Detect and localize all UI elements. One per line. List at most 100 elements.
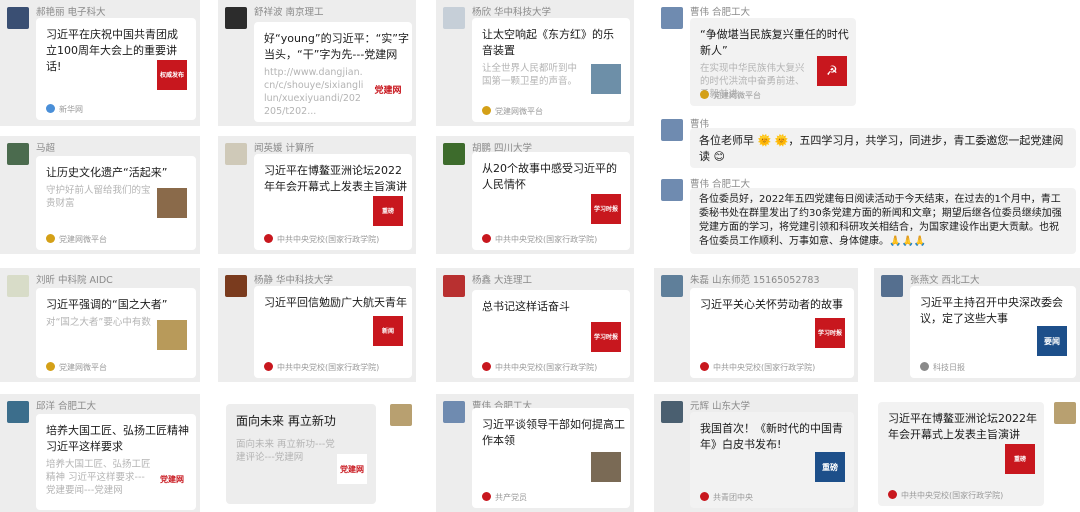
sender-name: 朱磊 山东师范 15165052783: [690, 275, 820, 286]
message-tile: 邱洋 合肥工大 培养大国工匠、弘扬工匠精神 习近平这样要求 培养大国工匠、弘扬工…: [0, 394, 200, 512]
avatar[interactable]: [661, 119, 683, 141]
card-thumbnail: 学习时报: [591, 322, 621, 352]
card-thumbnail: 重磅: [373, 196, 403, 226]
card-thumbnail: 要闻: [1037, 326, 1067, 356]
share-card[interactable]: 习近平谈领导干部如何提高工作本领 共产党员: [472, 408, 630, 508]
avatar[interactable]: [1054, 402, 1076, 424]
card-title: 从20个故事中感受习近平的人民情怀: [482, 162, 617, 191]
sender-name: 曹伟 合肥工大: [690, 7, 751, 18]
share-card[interactable]: 从20个故事中感受习近平的人民情怀 学习时报 中共中央党校(国家行政学院): [472, 152, 630, 250]
sender-name: 杨静 华中科技大学: [254, 275, 334, 286]
share-card[interactable]: 习近平在庆祝中国共青团成立100周年大会上的重要讲话! 权威发布 新华网: [36, 18, 196, 120]
avatar[interactable]: [225, 7, 247, 29]
card-summary: 面向未来 再立新功---党建评论---党建网: [236, 439, 335, 463]
card-source: 共产党员: [482, 492, 527, 503]
message-tile: 马超 让历史文化遗产“活起来” 守护好前人留给我们的宝贵财富 党建网微平台: [0, 136, 200, 254]
avatar[interactable]: [225, 275, 247, 297]
sender-name: 杨欣 华中科技大学: [472, 7, 552, 18]
card-link: http://www.dangjian.cn/c/shouye/sixiangl…: [264, 67, 364, 117]
sender-name: 郝艳丽 电子科大: [36, 7, 106, 18]
avatar[interactable]: [661, 275, 683, 297]
message-tile: 闻英媛 计算所 习近平在博鳌亚洲论坛2022年年会开幕式上发表主旨演讲 重磅 中…: [218, 136, 416, 254]
card-source: 党建网微平台: [700, 90, 761, 101]
card-source: 中共中央党校(国家行政学院): [264, 234, 379, 245]
card-title: 习近平回信勉励广大航天青年: [264, 296, 407, 309]
message-tile: 刘昕 中科院 AIDC 习近平强调的“国之大者” 对“国之大者”要心中有数 党建…: [0, 268, 200, 382]
card-title: 习近平主持召开中央深改委会议，定了这些大事: [920, 296, 1063, 325]
card-title: 习近平谈领导干部如何提高工作本领: [482, 418, 625, 447]
card-source: 中共中央党校(国家行政学院): [700, 362, 815, 373]
avatar[interactable]: [661, 401, 683, 423]
card-summary: 培养大国工匠、弘扬工匠精神 习近平这样要求---党建要闻---党建网: [46, 459, 151, 496]
share-card[interactable]: 好“young”的习近平：“实”字当头，“干”字为先---党建网 http://…: [254, 22, 412, 122]
card-title: 习近平在博鳌亚洲论坛2022年年会开幕式上发表主旨演讲: [888, 412, 1037, 441]
sender-name: 元辉 山东大学: [690, 401, 751, 412]
card-source: 新华网: [46, 104, 83, 115]
message-tile: 面向未来 再立新功 面向未来 再立新功---党建评论---党建网 党建网: [218, 394, 416, 512]
avatar[interactable]: [443, 7, 465, 29]
share-card[interactable]: 让太空响起《东方红》的乐音装置 让全世界人民都听到中国第一颗卫星的声音。 党建网…: [472, 18, 630, 122]
avatar[interactable]: [7, 275, 29, 297]
share-card[interactable]: 我国首次！《新时代的中国青年》白皮书发布! 重磅 共青团中央: [690, 412, 854, 508]
share-card[interactable]: 让历史文化遗产“活起来” 守护好前人留给我们的宝贵财富 党建网微平台: [36, 156, 196, 250]
card-thumbnail: [591, 452, 621, 482]
card-title: 让历史文化遗产“活起来”: [46, 166, 168, 179]
card-thumbnail: 权威发布: [157, 60, 187, 90]
card-thumbnail: 党建网: [337, 454, 367, 484]
text-message: 各位委员好，2022年五四党建每日阅读活动于今天结束，在过去的1个月中，青工委秘…: [690, 188, 1076, 254]
card-thumbnail: 重磅: [1005, 444, 1035, 474]
chat-message: 曹伟 各位老师早 🌞 🌞，五四学习月，共学习，同进步，青工委邀您一起党建阅读 😊: [654, 112, 1080, 170]
share-card[interactable]: 习近平主持召开中央深改委会议，定了这些大事 要闻 科技日报: [910, 286, 1076, 378]
message-tile: 曹伟 合肥工大 “争做堪当民族复兴重任的时代新人” 在实现中华民族伟大复兴的时代…: [654, 0, 1080, 110]
share-card[interactable]: 习近平在博鳌亚洲论坛2022年年会开幕式上发表主旨演讲 重磅 中共中央党校(国家…: [254, 154, 412, 250]
share-card[interactable]: “争做堪当民族复兴重任的时代新人” 在实现中华民族伟大复兴的时代洪流中奋勇前进、…: [690, 18, 856, 106]
message-tile: 舒祥波 南京理工 好“young”的习近平：“实”字当头，“干”字为先---党建…: [218, 0, 416, 126]
message-tile: 习近平在博鳌亚洲论坛2022年年会开幕式上发表主旨演讲 重磅 中共中央党校(国家…: [874, 394, 1080, 512]
card-source: 中共中央党校(国家行政学院): [264, 362, 379, 373]
share-card[interactable]: 习近平强调的“国之大者” 对“国之大者”要心中有数 党建网微平台: [36, 288, 196, 378]
avatar[interactable]: [7, 401, 29, 423]
share-card[interactable]: 习近平在博鳌亚洲论坛2022年年会开幕式上发表主旨演讲 重磅 中共中央党校(国家…: [878, 402, 1044, 506]
card-title: 习近平强调的“国之大者”: [46, 298, 168, 311]
text-message: 各位老师早 🌞 🌞，五四学习月，共学习，同进步，青工委邀您一起党建阅读 😊: [690, 128, 1076, 168]
avatar[interactable]: [881, 275, 903, 297]
message-tile: 曹伟 合肥工大 习近平谈领导干部如何提高工作本领 共产党员: [436, 394, 634, 512]
avatar[interactable]: [443, 401, 465, 423]
avatar[interactable]: [7, 143, 29, 165]
sender-name: 闻英媛 计算所: [254, 143, 315, 154]
sender-name: 邱洋 合肥工大: [36, 401, 97, 412]
card-thumbnail: [591, 64, 621, 94]
avatar[interactable]: [390, 404, 412, 426]
message-tile: 朱磊 山东师范 15165052783 习近平关心关怀劳动者的故事 学习时报 中…: [654, 268, 858, 382]
message-tile: 杨静 华中科技大学 习近平回信勉励广大航天青年 新闻 中共中央党校(国家行政学院…: [218, 268, 416, 382]
share-card[interactable]: 习近平回信勉励广大航天青年 新闻 中共中央党校(国家行政学院): [254, 286, 412, 378]
card-title: 面向未来 再立新功: [236, 414, 336, 428]
avatar[interactable]: [7, 7, 29, 29]
card-title: 总书记这样话奋斗: [482, 300, 570, 313]
card-source: 中共中央党校(国家行政学院): [888, 490, 1003, 501]
card-thumbnail: [157, 188, 187, 218]
sender-name: 舒祥波 南京理工: [254, 7, 324, 18]
avatar[interactable]: [661, 179, 683, 201]
avatar[interactable]: [661, 7, 683, 29]
card-thumbnail: 重磅: [815, 452, 845, 482]
card-thumbnail: 党建网: [373, 76, 403, 106]
card-thumbnail: 新闻: [373, 316, 403, 346]
card-title: “争做堪当民族复兴重任的时代新人”: [700, 28, 849, 57]
share-card[interactable]: 培养大国工匠、弘扬工匠精神 习近平这样要求 培养大国工匠、弘扬工匠精神 习近平这…: [36, 414, 196, 510]
card-thumbnail: [157, 320, 187, 350]
avatar[interactable]: [443, 143, 465, 165]
card-source: 党建网微平台: [482, 106, 543, 117]
avatar[interactable]: [225, 143, 247, 165]
sender-name: 杨鑫 大连理工: [472, 275, 533, 286]
message-tile: 杨欣 华中科技大学 让太空响起《东方红》的乐音装置 让全世界人民都听到中国第一颗…: [436, 0, 634, 126]
share-card[interactable]: 总书记这样话奋斗 学习时报 中共中央党校(国家行政学院): [472, 290, 630, 378]
card-source: 党建网微平台: [46, 234, 107, 245]
card-source: 共青团中央: [700, 492, 753, 503]
sender-name: 马超: [36, 143, 56, 154]
share-card[interactable]: 习近平关心关怀劳动者的故事 学习时报 中共中央党校(国家行政学院): [690, 288, 854, 378]
share-card[interactable]: 面向未来 再立新功 面向未来 再立新功---党建评论---党建网 党建网: [226, 404, 376, 504]
card-thumbnail: 党建网: [157, 464, 187, 494]
card-thumbnail: 学习时报: [591, 194, 621, 224]
avatar[interactable]: [443, 275, 465, 297]
